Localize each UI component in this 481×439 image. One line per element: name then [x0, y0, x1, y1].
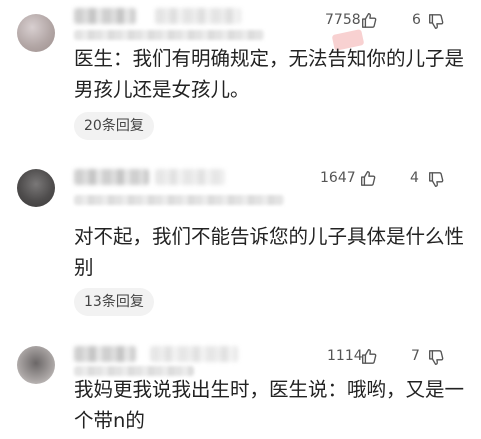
like-count: 7758 — [325, 12, 361, 28]
comment-item: 1114 7 我妈更我说我出生时，医生说：哦哟，又是一个带n的 — [0, 335, 481, 439]
thumbs-up-icon[interactable] — [360, 347, 378, 365]
meta-blurred — [74, 195, 284, 205]
username-blurred — [155, 8, 241, 24]
thumbs-down-icon[interactable] — [427, 171, 445, 189]
meta-blurred — [74, 30, 264, 40]
username-blurred[interactable] — [74, 346, 136, 362]
thumbs-down-icon[interactable] — [427, 349, 445, 367]
replies-button[interactable]: 13条回复 — [74, 288, 154, 316]
like-count: 1114 — [327, 348, 363, 364]
comment-text: 对不起，我们不能告诉您的儿子具体是什么性别 — [74, 225, 465, 279]
username-blurred[interactable] — [74, 8, 136, 24]
avatar[interactable] — [17, 346, 55, 384]
avatar[interactable] — [17, 169, 55, 207]
dislike-count: 4 — [410, 170, 419, 186]
comment-text: 我妈更我说我出生时，医生说：哦哟，又是一个带n的 — [74, 378, 465, 432]
dislike-count: 7 — [411, 348, 420, 364]
replies-button[interactable]: 20条回复 — [74, 112, 154, 140]
avatar[interactable] — [17, 14, 55, 52]
username-blurred[interactable] — [74, 169, 149, 185]
username-blurred — [150, 346, 238, 362]
comment-text: 医生：我们有明确规定，无法告知你的儿子是男孩儿还是女孩儿。 — [74, 47, 465, 101]
comment-item: 7758 6 医生：我们有明确规定，无法告知你的儿子是男孩儿还是女孩儿。 20条… — [0, 0, 481, 145]
username-blurred — [155, 169, 225, 185]
comment-item: 1647 4 对不起，我们不能告诉您的儿子具体是什么性别 13条回复 — [0, 160, 481, 320]
thumbs-up-icon[interactable] — [360, 11, 378, 29]
thumbs-down-icon[interactable] — [427, 13, 445, 31]
like-count: 1647 — [320, 170, 356, 186]
dislike-count: 6 — [412, 12, 421, 28]
thumbs-up-icon[interactable] — [359, 169, 377, 187]
